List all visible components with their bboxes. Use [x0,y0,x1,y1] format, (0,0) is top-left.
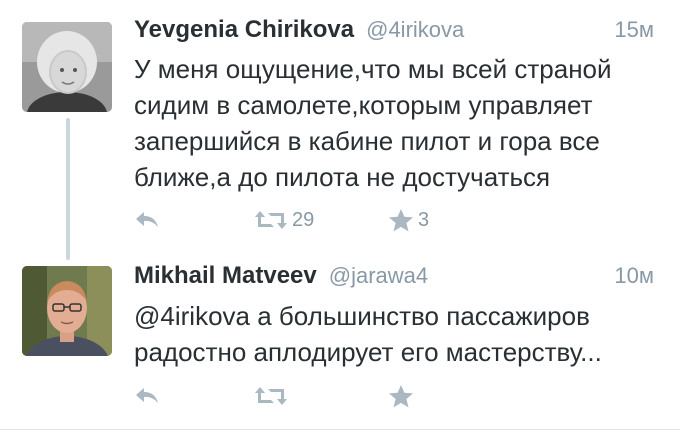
tweet-text-line: У меня ощущение,что мы всей страной [134,54,612,84]
tweet-text: @4irikova а большинство пассажиров радос… [134,298,664,370]
favorite-star-icon [389,209,413,232]
tweet-text-line: запершийся в кабине пилот и гора все [134,126,600,156]
favorite-button[interactable] [388,380,418,412]
tweet-text-line: @4irikova а большинство пассажиров [134,301,590,331]
avatar-image [22,266,112,356]
retweet-icon [255,387,287,405]
favorite-count: 3 [418,208,430,231]
author-name[interactable]: Yevgenia Chirikova [134,16,354,44]
reply-icon [136,212,158,227]
reply-icon [136,388,158,403]
tweet-card[interactable]: Mikhail Matveev @jarawa4 10м @4irikova а… [0,252,680,430]
tweet-text-line: сидим в самолете,которым управляет [134,90,593,120]
avatar-image [22,22,112,112]
tweet-text-line: ближе,а до пилота не достучаться [134,162,551,192]
author-handle[interactable]: @jarawa4 [329,263,428,289]
retweet-button[interactable] [254,380,292,412]
author-name[interactable]: Mikhail Matveev [134,262,317,290]
tweet-text: У меня ощущение,что мы всей страной сиди… [134,51,664,195]
tweet-timestamp[interactable]: 15м [614,17,654,43]
retweet-count: 29 [292,208,315,231]
tweet-actions [134,380,534,412]
reply-button[interactable] [134,204,160,236]
retweet-icon [255,211,287,229]
divider [0,429,680,430]
tweet-card[interactable]: Yevgenia Chirikova @4irikova 15м У меня … [0,0,680,252]
favorite-star-icon [389,385,413,408]
avatar[interactable] [22,266,112,356]
reply-button[interactable] [134,380,160,412]
author-handle[interactable]: @4irikova [366,17,464,43]
avatar[interactable] [22,22,112,112]
tweet-actions: 29 3 [134,204,534,236]
favorite-button[interactable]: 3 [388,204,429,236]
tweet-text-line: радостно аплодирует его мастерству... [134,337,602,367]
tweet-timestamp[interactable]: 10м [614,263,654,289]
retweet-button[interactable]: 29 [254,204,314,236]
